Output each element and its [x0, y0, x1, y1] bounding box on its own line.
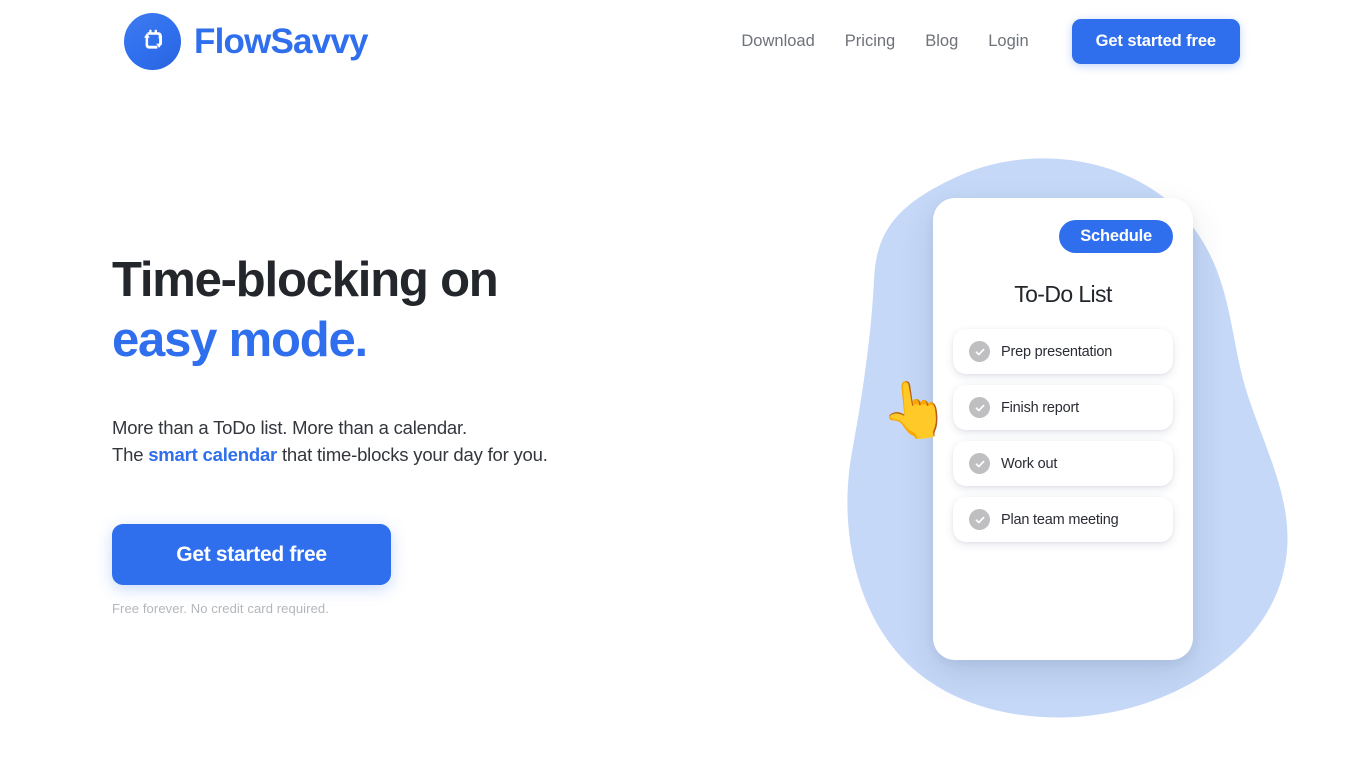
todo-item[interactable]: Work out [953, 441, 1173, 486]
nav-link-login[interactable]: Login [988, 33, 1028, 50]
todo-item-label: Prep presentation [1001, 343, 1113, 360]
header-get-started-button[interactable]: Get started free [1071, 18, 1240, 64]
todo-item[interactable]: Finish report [953, 385, 1173, 430]
nav-links: Download Pricing Blog Login [741, 33, 1028, 50]
todo-list-card: Schedule To-Do List Prep presentation Fi… [933, 198, 1193, 660]
hero-subtitle-line1: More than a ToDo list. More than a calen… [112, 417, 467, 438]
check-circle-icon[interactable] [969, 341, 990, 362]
todo-item-label: Work out [1001, 455, 1058, 472]
todo-item[interactable]: Plan team meeting [953, 497, 1173, 542]
check-circle-icon[interactable] [969, 397, 990, 418]
hero-get-started-button[interactable]: Get started free [112, 524, 391, 585]
nav-link-download[interactable]: Download [741, 33, 814, 50]
hero-subtitle-line2-post: that time-blocks your day for you. [277, 444, 548, 465]
hero-subtitle: More than a ToDo list. More than a calen… [112, 414, 732, 468]
hero-copy: Time-blocking on easy mode. More than a … [112, 250, 732, 616]
calendar-refresh-icon [124, 12, 181, 70]
todo-item[interactable]: Prep presentation [953, 329, 1173, 374]
check-circle-icon[interactable] [969, 509, 990, 530]
nav-link-blog[interactable]: Blog [925, 33, 958, 50]
schedule-row: Schedule [953, 220, 1173, 253]
hero-title: Time-blocking on easy mode. [112, 250, 612, 370]
hero-title-accent: easy mode. [112, 313, 368, 367]
brand-name: FlowSavvy [194, 21, 369, 61]
primary-nav: Download Pricing Blog Login Get started … [741, 18, 1240, 64]
hero-title-lead: Time-blocking on [112, 253, 499, 307]
nav-link-pricing[interactable]: Pricing [845, 33, 895, 50]
check-circle-icon[interactable] [969, 453, 990, 474]
hero-subtitle-line2-pre: The [112, 444, 149, 465]
hero-subtitle-accent: smart calendar [148, 444, 278, 465]
site-header: FlowSavvy Download Pricing Blog Login Ge… [0, 0, 1366, 82]
schedule-button[interactable]: Schedule [1059, 220, 1173, 253]
hero-cta-wrap: Get started free Free forever. No credit… [112, 524, 732, 616]
brand-logo-link[interactable]: FlowSavvy [124, 12, 369, 70]
todo-item-label: Finish report [1001, 399, 1079, 416]
hero-fineprint: Free forever. No credit card required. [112, 601, 329, 616]
landing-page: FlowSavvy Download Pricing Blog Login Ge… [0, 0, 1366, 768]
hero-illustration: Schedule To-Do List Prep presentation Fi… [830, 140, 1300, 720]
pointing-hand-icon: 👆 [876, 374, 953, 445]
todo-item-label: Plan team meeting [1001, 511, 1119, 528]
todo-items-list: Prep presentation Finish report Work out… [953, 329, 1173, 542]
todo-list-heading: To-Do List [1014, 281, 1112, 307]
